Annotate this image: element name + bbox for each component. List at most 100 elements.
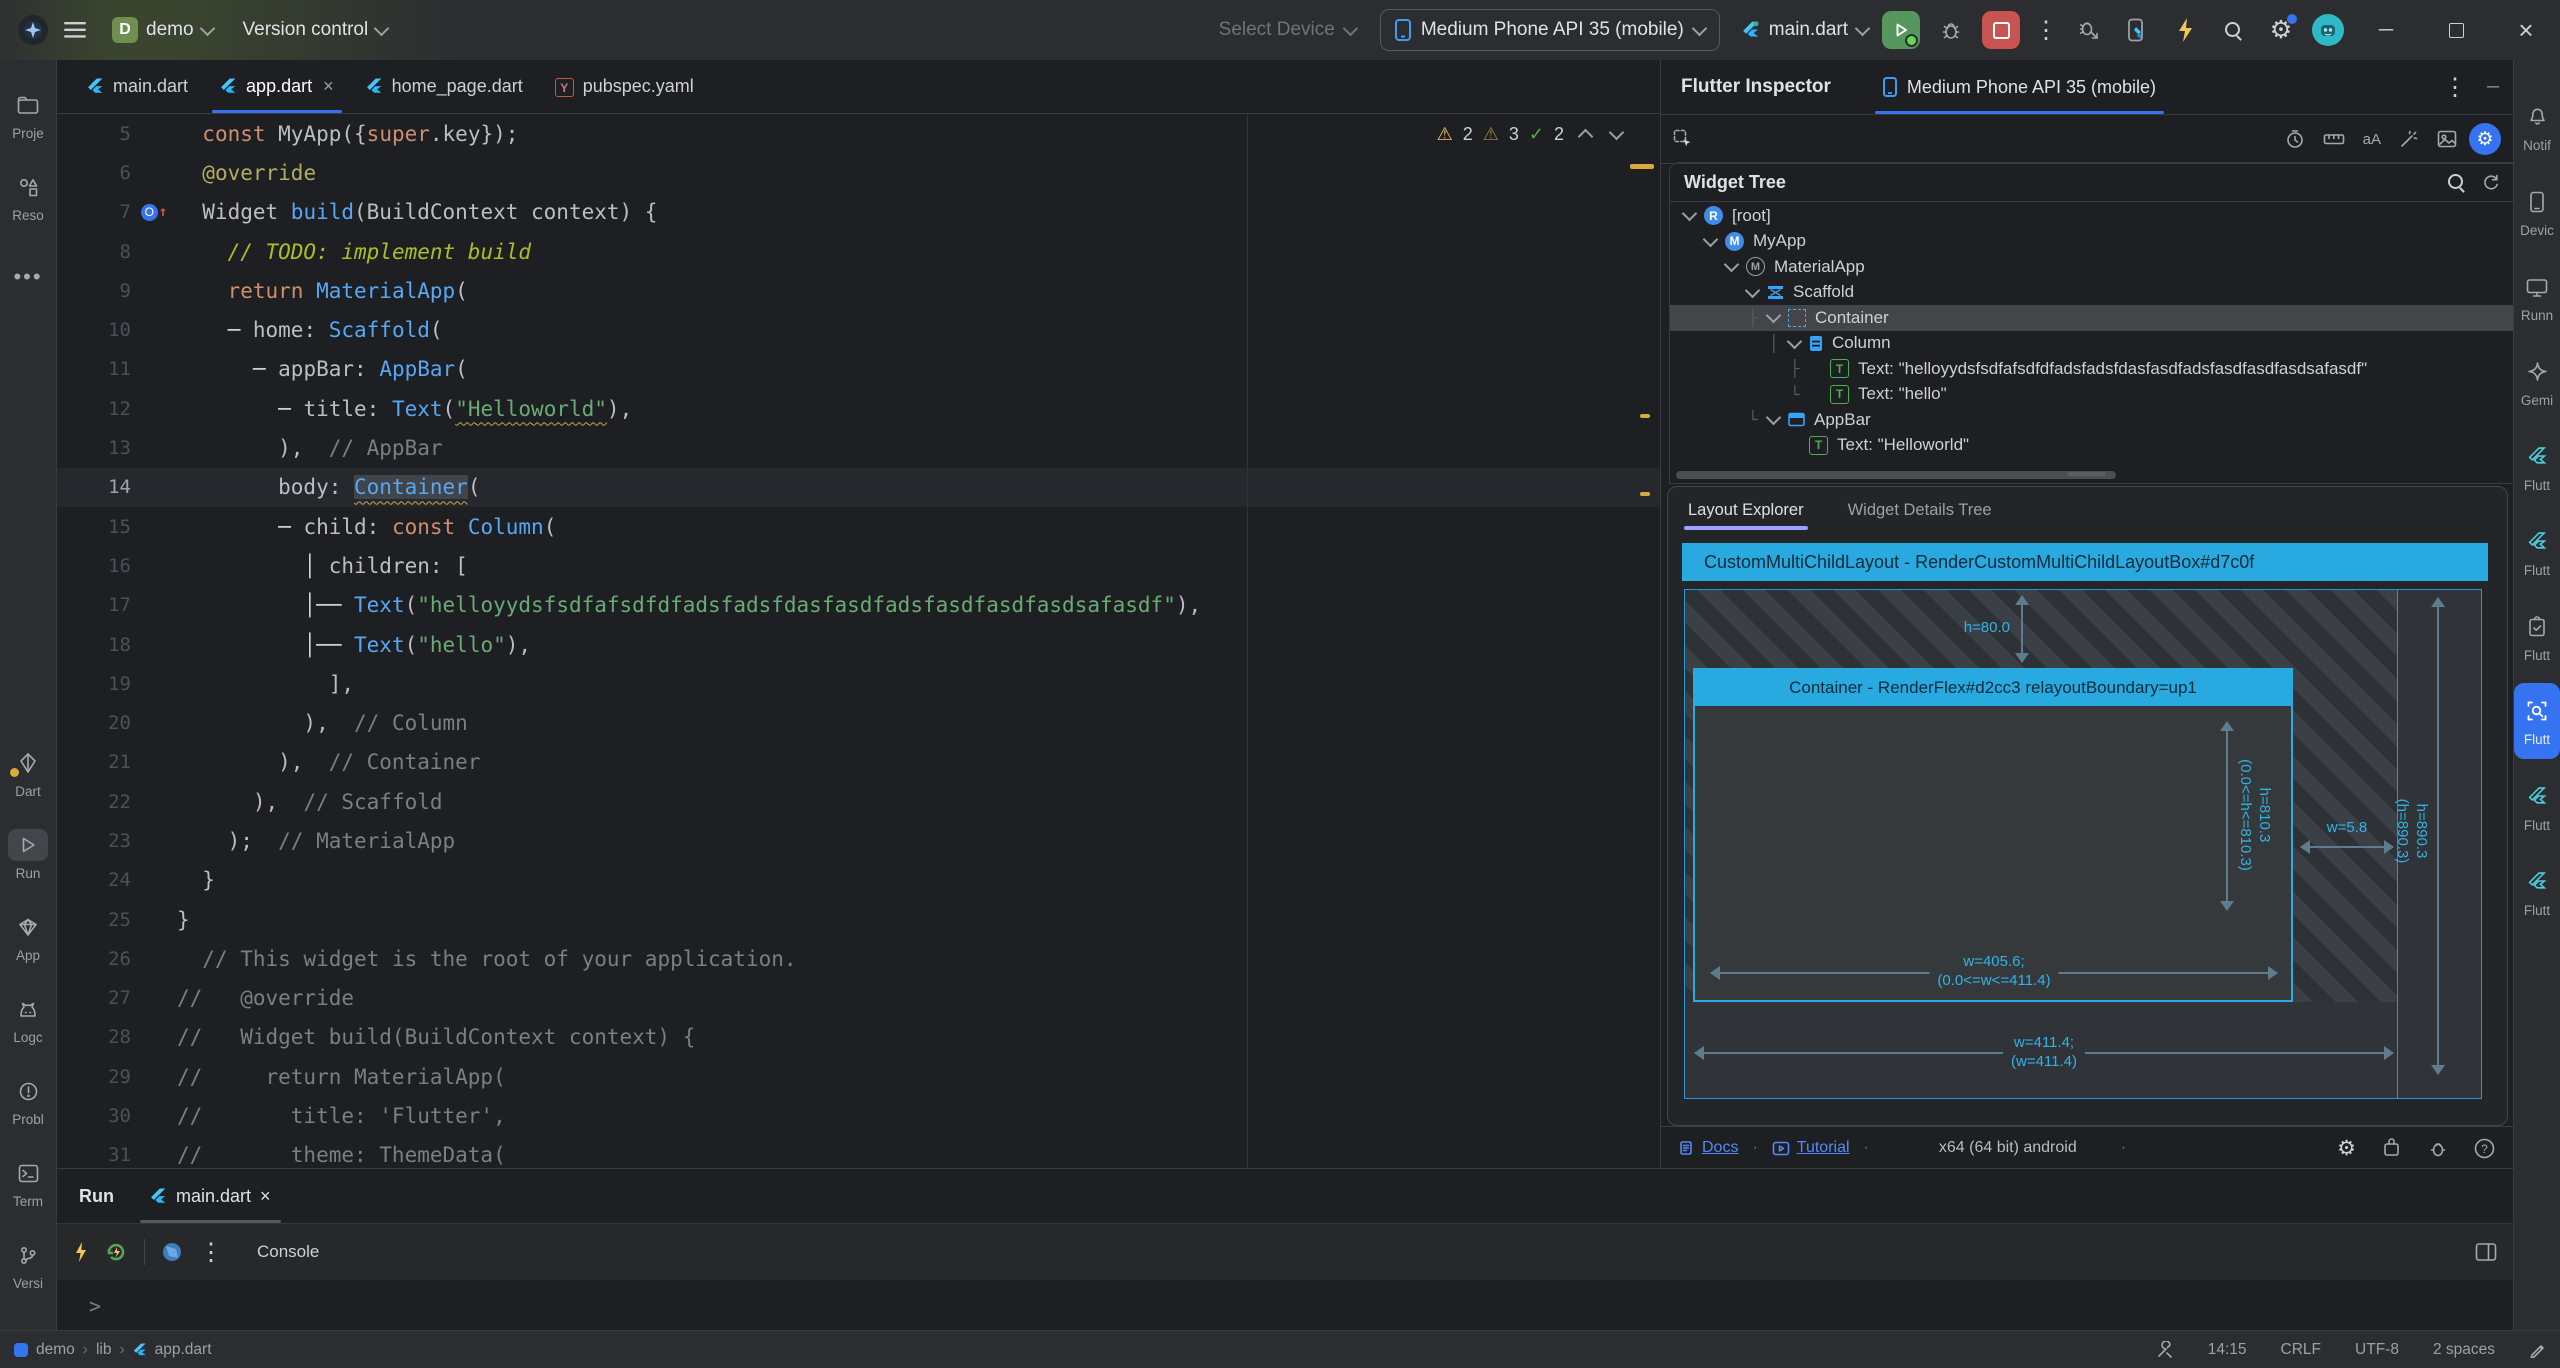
text-size-icon[interactable]: aA — [2363, 131, 2381, 148]
widget-tree-node-AppBar[interactable]: └AppBar — [1670, 407, 2513, 433]
kebab-menu-icon[interactable]: ⋮ — [2443, 73, 2467, 102]
window-close-button[interactable]: × — [2498, 0, 2554, 60]
code-line[interactable]: 23 ); // MaterialApp — [57, 821, 1660, 860]
code-line[interactable]: 20 ), // Column — [57, 703, 1660, 742]
write-access-icon[interactable] — [2529, 1341, 2546, 1358]
code-line[interactable]: 6 @override — [57, 153, 1660, 192]
bug-report-icon[interactable] — [2428, 1138, 2448, 1158]
chevron-down-icon[interactable] — [1724, 257, 1740, 273]
code-line[interactable]: 24 } — [57, 861, 1660, 900]
run-configuration[interactable]: main.dart — [1742, 19, 1868, 41]
indent-style[interactable]: 2 spaces — [2433, 1341, 2495, 1359]
code-line[interactable]: 12 ─ title: Text("Helloworld"), — [57, 389, 1660, 428]
docs-link[interactable]: Docs — [1679, 1139, 1738, 1157]
file-encoding[interactable]: UTF-8 — [2355, 1341, 2399, 1359]
right-bar-item-notifications-bell[interactable]: Notif — [2514, 84, 2560, 169]
tab-widget-details-tree[interactable]: Widget Details Tree — [1848, 487, 1992, 533]
hide-panel-icon[interactable]: ─ — [2487, 77, 2499, 97]
widget-tree-node-Text[interactable]: TText: "Helloworld" — [1670, 433, 2513, 459]
chevron-down-icon[interactable] — [1703, 231, 1719, 247]
inspector-settings-icon[interactable]: ⚙ — [2469, 123, 2501, 155]
version-control-widget[interactable]: Version control — [233, 13, 398, 47]
code-line[interactable]: 9 return MaterialApp( — [57, 271, 1660, 310]
override-gutter-icon[interactable]: O — [141, 204, 158, 221]
tutorial-link[interactable]: Tutorial — [1772, 1139, 1850, 1157]
code-line[interactable]: 29// return MaterialApp( — [57, 1057, 1660, 1096]
inspector-device-tab[interactable]: Medium Phone API 35 (mobile) — [1875, 60, 2164, 114]
code-line[interactable]: 22 ), // Scaffold — [57, 782, 1660, 821]
editor-tab-home_page-dart[interactable]: home_page.dart — [350, 60, 539, 113]
code-editor[interactable]: 5 const MyApp({super.key});6 @override7O… — [57, 114, 1660, 1168]
stop-button[interactable] — [1982, 11, 2020, 49]
left-bar-item-Versi[interactable]: Versi — [0, 1224, 56, 1306]
device-mirror-icon[interactable] — [2120, 13, 2154, 47]
left-bar-item-more[interactable]: ••• — [0, 238, 56, 320]
left-bar-item-App[interactable]: App — [0, 896, 56, 978]
layout-outer-box[interactable]: h=80.0 Container - RenderFlex#d2cc3 rela… — [1684, 589, 2482, 1099]
code-line[interactable]: 31// theme: ThemeData( — [57, 1136, 1660, 1168]
right-bar-item-flutter-performance[interactable]: Flutt — [2514, 509, 2560, 594]
left-bar-item-Reso[interactable]: Reso — [0, 156, 56, 238]
profile-avatar[interactable] — [2312, 14, 2344, 46]
code-line[interactable]: 11 ─ appBar: AppBar( — [57, 350, 1660, 389]
editor-tab-app-dart[interactable]: app.dart× — [204, 60, 350, 113]
code-line[interactable]: 19 ], — [57, 664, 1660, 703]
widget-tree-node-root[interactable]: R[root] — [1670, 203, 2513, 229]
breadcrumb-project[interactable]: demo — [36, 1341, 75, 1359]
tab-layout-explorer[interactable]: Layout Explorer — [1688, 487, 1804, 533]
right-bar-item-gemini[interactable]: Gemi — [2514, 339, 2560, 424]
code-line[interactable]: 15 ─ child: const Column( — [57, 507, 1660, 546]
breadcrumb-folder[interactable]: lib — [96, 1341, 112, 1359]
attach-debugger-icon[interactable] — [2072, 13, 2106, 47]
code-line[interactable]: 8 // TODO: implement build — [57, 232, 1660, 271]
run-button[interactable] — [1882, 11, 1920, 49]
kebab-menu-icon[interactable]: ⋮ — [2034, 16, 2058, 45]
close-icon[interactable]: × — [323, 76, 334, 97]
dart-vm-icon[interactable] — [161, 1241, 183, 1263]
code-line[interactable]: 27// @override — [57, 979, 1660, 1018]
left-bar-item-Run[interactable]: Run — [0, 814, 56, 896]
widget-tree-hscrollbar[interactable] — [1676, 471, 2116, 479]
right-bar-item-flutter-outline[interactable]: Flutt — [2514, 424, 2560, 509]
line-separator[interactable]: CRLF — [2281, 1341, 2321, 1359]
right-bar-item-device-manager[interactable]: Devic — [2514, 169, 2560, 254]
right-bar-item-flutter-logo[interactable]: Flutt — [2514, 849, 2560, 934]
panel-splitter-handle[interactable] — [2068, 472, 2106, 476]
left-bar-item-Term[interactable]: Term — [0, 1142, 56, 1224]
search-icon[interactable] — [2216, 13, 2250, 47]
breadcrumb-file[interactable]: app.dart — [155, 1341, 212, 1359]
widget-tree-node-MaterialApp[interactable]: MMaterialApp — [1670, 254, 2513, 280]
layout-outer-widget-title[interactable]: CustomMultiChildLayout - RenderCustomMul… — [1682, 543, 2488, 581]
close-icon[interactable]: × — [260, 1186, 271, 1207]
hot-reload-icon[interactable] — [2168, 13, 2202, 47]
right-bar-item-flutter-logo[interactable]: Flutt — [2514, 764, 2560, 849]
chevron-down-icon[interactable] — [1766, 410, 1782, 426]
chevron-down-icon[interactable] — [1745, 282, 1761, 298]
editor-layout-icon[interactable] — [2475, 1242, 2497, 1262]
code-line[interactable]: 18 │── Text("hello"), — [57, 625, 1660, 664]
code-line[interactable]: 26 // This widget is the root of your ap… — [57, 939, 1660, 978]
code-line[interactable]: 5 const MyApp({super.key}); — [57, 114, 1660, 153]
select-widget-mode-icon[interactable] — [1673, 129, 1693, 149]
code-line[interactable]: 16 │ children: [ — [57, 546, 1660, 585]
extensions-icon[interactable] — [2382, 1138, 2402, 1158]
widget-tree-node-MyApp[interactable]: MMyApp — [1670, 229, 2513, 255]
code-line[interactable]: 28// Widget build(BuildContext context) … — [57, 1018, 1660, 1057]
inspections-widget[interactable]: ⚠ 2 ⚠ 3 ✓ 2 — [1437, 124, 1622, 145]
left-bar-item-Dart[interactable]: Dart — [0, 732, 56, 814]
left-bar-item-Probl[interactable]: Probl — [0, 1060, 56, 1142]
widget-tree-node-Column[interactable]: │Column — [1670, 331, 2513, 357]
code-line[interactable]: 7O↑ Widget build(BuildContext context) { — [57, 193, 1660, 232]
refresh-icon[interactable] — [2481, 173, 2499, 191]
select-device-dropdown[interactable]: Select Device — [1219, 19, 1356, 41]
chevron-down-icon[interactable] — [1682, 206, 1698, 222]
right-bar-item-flutter-test[interactable]: Flutt — [2514, 594, 2560, 679]
previous-problem-icon[interactable] — [1578, 129, 1594, 145]
kebab-menu-icon[interactable]: ⋮ — [199, 1238, 223, 1267]
right-bar-item-flutter-inspector[interactable]: Flutt — [2514, 683, 2560, 759]
window-minimize-button[interactable]: ─ — [2358, 0, 2414, 60]
hamburger-menu-icon[interactable] — [58, 13, 92, 47]
code-line[interactable]: 30// title: 'Flutter', — [57, 1096, 1660, 1135]
code-line[interactable]: 14 body: Container( — [57, 468, 1660, 507]
code-line[interactable]: 17 │── Text("helloyydsfsdfafsdfdfadsfads… — [57, 586, 1660, 625]
